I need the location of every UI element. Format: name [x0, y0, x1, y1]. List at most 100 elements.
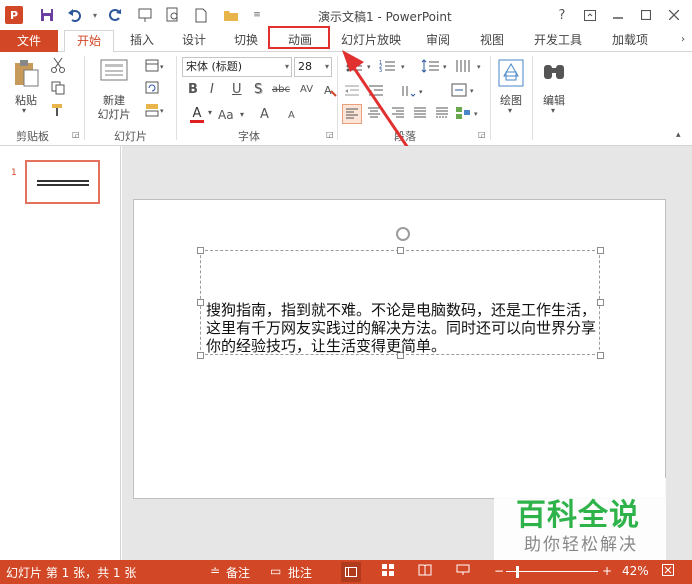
slideshow-view-icon[interactable] — [456, 564, 470, 579]
animation-tab-highlight-box — [268, 26, 330, 49]
drawing-shapes-icon[interactable] — [497, 58, 525, 88]
resize-handle[interactable] — [197, 299, 204, 306]
font-launcher-icon[interactable]: ◲ — [326, 130, 334, 139]
tab-addins[interactable]: 加载项 — [602, 30, 658, 52]
slide-canvas[interactable]: 搜狗指南，指到就不难。不论是电脑数码，还是工作生活，这里有千万网友实践过的解决方… — [133, 199, 666, 499]
slide-thumbnail[interactable] — [25, 160, 100, 204]
watermark-title: 百科全说 — [516, 498, 640, 533]
help-button[interactable]: ? — [552, 5, 572, 25]
strikethrough-button[interactable]: abc — [272, 84, 290, 95]
distribute-icon[interactable] — [434, 106, 450, 120]
convert-smartart-icon[interactable]: ▾ — [454, 104, 484, 122]
change-case-button[interactable]: Aa — [218, 108, 234, 122]
copy-icon[interactable] — [50, 80, 66, 96]
underline-button[interactable]: U — [232, 82, 242, 97]
drawing-dropdown-icon[interactable]: ▾ — [508, 106, 512, 115]
ribbon-display-options-icon[interactable] — [580, 5, 600, 25]
tab-insert[interactable]: 插入 — [122, 30, 162, 52]
bold-button[interactable]: B — [188, 82, 198, 97]
svg-text:▾: ▾ — [160, 107, 164, 115]
slide-body-text[interactable]: 搜狗指南，指到就不难。不论是电脑数码，还是工作生活，这里有千万网友实践过的解决方… — [206, 301, 601, 355]
tab-transitions[interactable]: 切换 — [226, 30, 266, 52]
reset-icon[interactable] — [144, 80, 166, 96]
preview-icon[interactable] — [164, 6, 182, 24]
slide-count-status[interactable]: 幻灯片 第 1 张，共 1 张 — [6, 564, 136, 581]
paragraph-launcher-icon[interactable]: ◲ — [478, 130, 486, 139]
font-color-dropdown-icon[interactable]: ▾ — [208, 108, 212, 117]
editing-dropdown-icon[interactable]: ▾ — [551, 106, 555, 115]
svg-text:▾: ▾ — [477, 63, 481, 71]
title-bar: P ▾ ≡ 演示文稿1 - PowerPoint ? — [0, 0, 692, 30]
close-icon[interactable] — [664, 5, 684, 25]
align-text-icon[interactable]: ▾ — [450, 82, 480, 98]
tab-review[interactable]: 审阅 — [416, 30, 460, 52]
tabs-scroll-icon[interactable]: › — [674, 30, 692, 52]
zoom-slider-track[interactable] — [506, 571, 598, 572]
columns-icon[interactable]: ▾ — [454, 58, 488, 74]
open-folder-icon[interactable] — [222, 6, 240, 24]
clipboard-launcher-icon[interactable]: ◲ — [72, 130, 80, 139]
minimize-icon[interactable] — [608, 5, 628, 25]
line-spacing-icon[interactable]: ▾ — [420, 58, 454, 74]
watermark-subtitle: 助你轻松解决 — [524, 535, 638, 555]
section-icon[interactable]: ▾ — [144, 102, 166, 118]
shadow-button[interactable]: S — [254, 82, 262, 97]
tab-home[interactable]: 开始 — [64, 30, 114, 53]
new-slide-label-line2[interactable]: 幻灯片 — [90, 106, 138, 122]
svg-text:▾: ▾ — [474, 110, 478, 118]
font-color-button[interactable]: A — [186, 106, 208, 124]
svg-text:▾: ▾ — [470, 87, 474, 95]
layout-icon[interactable]: ▾ — [144, 58, 166, 74]
new-slide-icon[interactable] — [100, 58, 130, 86]
undo-dropdown-icon[interactable]: ▾ — [86, 6, 104, 24]
zoom-out-button[interactable]: − — [494, 564, 504, 578]
font-size-combo[interactable]: 28 ▾ — [294, 57, 332, 77]
status-bar: 幻灯片 第 1 张，共 1 张 ≐ 备注 ▭ 批注 − + 42% — [0, 560, 692, 584]
customize-qat-icon[interactable]: ≡ — [248, 6, 266, 24]
format-painter-icon[interactable] — [50, 102, 66, 118]
resize-handle[interactable] — [197, 352, 204, 359]
notes-icon[interactable]: ≐ — [210, 564, 220, 578]
comments-button[interactable]: 批注 — [288, 564, 312, 581]
text-placeholder[interactable]: 搜狗指南，指到就不难。不论是电脑数码，还是工作生活，这里有千万网友实践过的解决方… — [197, 227, 604, 359]
resize-handle[interactable] — [597, 247, 604, 254]
redo-icon[interactable] — [106, 6, 124, 24]
shrink-font-button[interactable]: A — [288, 110, 295, 121]
comments-icon[interactable]: ▭ — [270, 564, 281, 578]
notes-button[interactable]: 备注 — [226, 564, 250, 581]
slide-number: 1 — [11, 168, 17, 178]
resize-handle[interactable] — [397, 247, 404, 254]
maximize-icon[interactable] — [636, 5, 656, 25]
slides-group-label: 幻灯片 — [114, 130, 147, 143]
svg-text:▾: ▾ — [160, 63, 164, 71]
save-icon[interactable] — [38, 6, 56, 24]
italic-button[interactable]: I — [210, 82, 214, 97]
undo-icon[interactable] — [66, 6, 84, 24]
slide-sorter-icon[interactable] — [382, 564, 394, 579]
zoom-level[interactable]: 42% — [622, 564, 649, 578]
reading-view-icon[interactable] — [418, 564, 432, 579]
paste-dropdown-icon[interactable]: ▾ — [22, 106, 26, 115]
tab-view[interactable]: 视图 — [470, 30, 514, 52]
resize-handle[interactable] — [197, 247, 204, 254]
collapse-ribbon-icon[interactable]: ▴ — [676, 130, 681, 140]
present-icon[interactable] — [136, 6, 154, 24]
find-binoculars-icon[interactable] — [540, 58, 568, 88]
clear-formatting-icon[interactable]: A — [322, 82, 338, 98]
zoom-in-button[interactable]: + — [602, 564, 612, 578]
paste-icon[interactable] — [12, 58, 40, 88]
powerpoint-logo-icon: P — [5, 6, 23, 24]
change-case-dropdown-icon[interactable]: ▾ — [240, 110, 244, 119]
font-name-combo[interactable]: 宋体 (标题) ▾ — [182, 57, 292, 77]
character-spacing-button[interactable]: AV — [300, 84, 313, 95]
tab-design[interactable]: 设计 — [172, 30, 216, 52]
fit-slide-icon[interactable] — [662, 564, 674, 579]
cut-icon[interactable] — [50, 57, 66, 73]
grow-font-button[interactable]: A — [260, 107, 269, 122]
zoom-slider-thumb[interactable] — [516, 566, 519, 578]
new-document-icon[interactable] — [192, 6, 210, 24]
tab-file[interactable]: 文件 — [0, 30, 58, 52]
normal-view-icon[interactable] — [341, 562, 361, 582]
tab-developer[interactable]: 开发工具 — [526, 30, 590, 52]
rotate-handle[interactable] — [396, 227, 410, 241]
